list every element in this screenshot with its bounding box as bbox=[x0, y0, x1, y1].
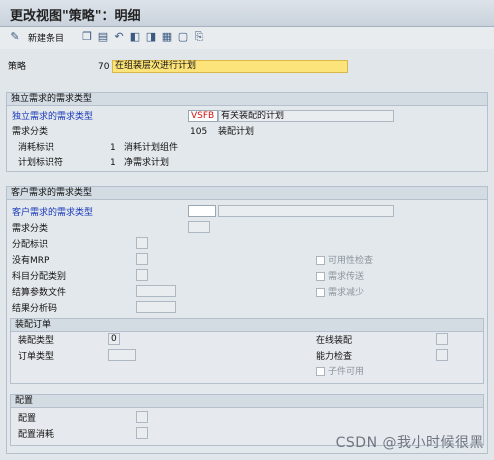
independent-req-class-label: 需求分类 bbox=[12, 127, 49, 137]
settlement-profile-label: 结算参数文件 bbox=[12, 288, 67, 298]
delete-icon[interactable]: ▤ bbox=[96, 30, 110, 44]
req-transfer-label: 需求传送 bbox=[328, 272, 365, 282]
copy-icon[interactable]: ❐ bbox=[80, 30, 94, 44]
independent-req-header: 独立需求的需求类型 bbox=[7, 93, 487, 106]
acct-assign-field[interactable] bbox=[136, 269, 148, 281]
consumption-label: 消耗标识 bbox=[18, 143, 55, 153]
independent-req-class-code: 105 bbox=[190, 127, 208, 137]
customer-req-class-field[interactable] bbox=[188, 221, 210, 233]
select-all-icon[interactable]: ▦ bbox=[160, 30, 174, 44]
allocation-label: 分配标识 bbox=[12, 240, 49, 250]
components-avail-checkbox[interactable] bbox=[316, 367, 325, 376]
results-analysis-label: 结果分析码 bbox=[12, 304, 58, 314]
order-type-label: 订单类型 bbox=[18, 352, 55, 362]
req-reduction-label: 需求减少 bbox=[328, 288, 365, 298]
assembly-order-group: 装配订单 bbox=[10, 318, 484, 384]
order-type-field[interactable] bbox=[108, 349, 136, 361]
deselect-icon[interactable]: ▢ bbox=[176, 30, 190, 44]
strategy-label: 策略 bbox=[8, 62, 27, 72]
independent-req-type-text: 有关装配的计划 bbox=[218, 110, 394, 122]
independent-req-class-text: 装配计划 bbox=[218, 127, 255, 137]
nav-next-icon[interactable]: ◨ bbox=[144, 30, 158, 44]
no-mrp-field[interactable] bbox=[136, 253, 148, 265]
planning-label: 计划标识符 bbox=[18, 158, 64, 168]
configuration-header: 配置 bbox=[11, 395, 483, 408]
independent-req-type-field[interactable]: VSFB bbox=[188, 110, 218, 122]
req-transfer-checkbox[interactable] bbox=[316, 272, 325, 281]
detail-icon[interactable]: ⎘ bbox=[192, 30, 206, 44]
customer-req-header: 客户需求的需求类型 bbox=[7, 187, 487, 200]
watermark: CSDN @我小时候很黑 bbox=[335, 435, 484, 451]
capacity-check-label: 能力检查 bbox=[316, 352, 353, 362]
planning-text: 净需求计划 bbox=[124, 158, 170, 168]
planning-code: 1 bbox=[110, 158, 116, 168]
no-mrp-label: 没有MRP bbox=[12, 256, 50, 266]
config-consumption-field[interactable] bbox=[136, 427, 148, 439]
config-consumption-label: 配置消耗 bbox=[18, 430, 55, 440]
availability-check-label: 可用性检查 bbox=[328, 256, 374, 266]
settlement-profile-field[interactable] bbox=[136, 285, 176, 297]
new-entries-button[interactable]: 新建条目 bbox=[28, 33, 64, 45]
online-assembly-field[interactable] bbox=[436, 333, 448, 345]
consumption-text: 消耗计划组件 bbox=[124, 143, 179, 153]
consumption-code: 1 bbox=[110, 143, 116, 153]
allocation-field[interactable] bbox=[136, 237, 148, 249]
results-analysis-field[interactable] bbox=[136, 301, 176, 313]
online-assembly-label: 在线装配 bbox=[316, 336, 353, 346]
customer-req-class-label: 需求分类 bbox=[12, 224, 49, 234]
toolbar: ✎ 新建条目 ❐ ▤ ↶ ◧ ◨ ▦ ▢ ⎘ bbox=[0, 27, 494, 49]
undo-icon[interactable]: ↶ bbox=[112, 30, 126, 44]
config-field[interactable] bbox=[136, 411, 148, 423]
window-title: 更改视图"策略"：明细 bbox=[10, 9, 141, 24]
capacity-check-field[interactable] bbox=[436, 349, 448, 361]
req-reduction-checkbox[interactable] bbox=[316, 288, 325, 297]
components-avail-label: 子件可用 bbox=[328, 367, 365, 377]
availability-check-checkbox[interactable] bbox=[316, 256, 325, 265]
strategy-description-field[interactable]: 在组装层次进行计划 bbox=[112, 60, 348, 73]
independent-req-type-label: 独立需求的需求类型 bbox=[12, 112, 94, 122]
customer-req-type-field[interactable] bbox=[188, 205, 216, 217]
assembly-type-field[interactable]: 0 bbox=[108, 333, 120, 345]
customer-req-type-text bbox=[218, 205, 394, 217]
nav-prev-icon[interactable]: ◧ bbox=[128, 30, 142, 44]
assembly-order-header: 装配订单 bbox=[11, 319, 483, 332]
acct-assign-label: 科目分配类别 bbox=[12, 272, 67, 282]
title-bar: 更改视图"策略"：明细 bbox=[0, 0, 494, 27]
customer-req-type-label: 客户需求的需求类型 bbox=[12, 208, 94, 218]
glasses-icon[interactable]: ✎ bbox=[8, 30, 22, 44]
strategy-code: 70 bbox=[98, 62, 110, 72]
assembly-type-label: 装配类型 bbox=[18, 336, 55, 346]
config-label: 配置 bbox=[18, 414, 37, 424]
